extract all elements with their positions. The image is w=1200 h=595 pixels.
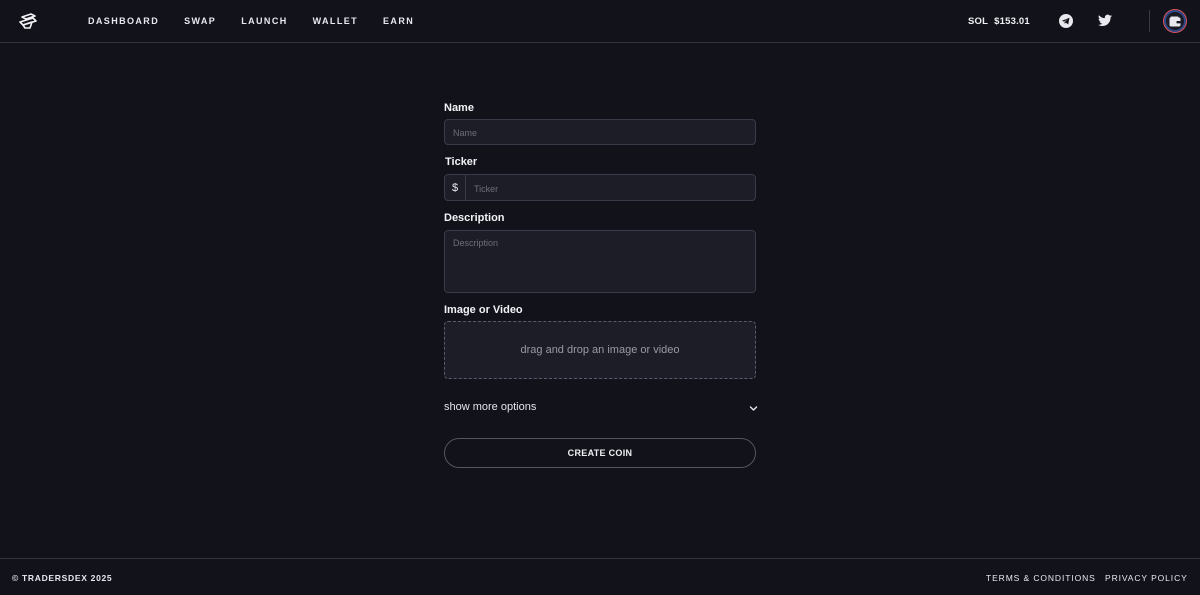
privacy-link[interactable]: PRIVACY POLICY bbox=[1105, 573, 1188, 583]
description-label: Description bbox=[444, 212, 505, 224]
top-bar: DASHBOARD SWAP LAUNCH WALLET EARN SOL $15… bbox=[0, 0, 1200, 43]
create-coin-button[interactable]: CREATE COIN bbox=[444, 438, 756, 468]
telegram-icon[interactable] bbox=[1059, 14, 1073, 28]
logo-icon[interactable] bbox=[19, 12, 37, 30]
copyright-text: © TRADERSDEX 2025 bbox=[12, 573, 113, 583]
chevron-down-icon[interactable] bbox=[749, 404, 758, 413]
wallet-icon bbox=[1169, 16, 1181, 26]
ticker-input[interactable] bbox=[474, 182, 744, 195]
name-label: Name bbox=[444, 102, 474, 114]
terms-link[interactable]: TERMS & CONDITIONS bbox=[986, 573, 1096, 583]
footer: © TRADERSDEX 2025 TERMS & CONDITIONS PRI… bbox=[0, 558, 1200, 595]
main-nav: DASHBOARD SWAP LAUNCH WALLET EARN bbox=[88, 0, 439, 42]
name-input[interactable] bbox=[453, 126, 743, 139]
description-field-wrapper bbox=[444, 230, 756, 293]
nav-earn[interactable]: EARN bbox=[383, 16, 414, 26]
show-more-options-toggle[interactable]: show more options bbox=[444, 401, 536, 413]
twitter-icon[interactable] bbox=[1098, 14, 1112, 27]
dropzone-text: drag and drop an image or video bbox=[520, 344, 680, 356]
ticker-label: Ticker bbox=[445, 156, 478, 168]
ticker-field-wrapper: $ bbox=[444, 174, 756, 201]
ticker-dollar-prefix: $ bbox=[445, 175, 466, 200]
wallet-button[interactable] bbox=[1163, 9, 1187, 33]
description-textarea[interactable] bbox=[453, 238, 749, 286]
media-dropzone[interactable]: drag and drop an image or video bbox=[444, 321, 756, 379]
header-divider bbox=[1149, 10, 1150, 32]
sol-price: $153.01 bbox=[994, 16, 1030, 27]
name-field-wrapper bbox=[444, 119, 756, 145]
nav-dashboard[interactable]: DASHBOARD bbox=[88, 16, 159, 26]
media-label: Image or Video bbox=[444, 304, 523, 316]
nav-swap[interactable]: SWAP bbox=[184, 16, 216, 26]
nav-launch[interactable]: LAUNCH bbox=[241, 16, 287, 26]
sol-label: SOL bbox=[968, 16, 989, 27]
nav-wallet[interactable]: WALLET bbox=[313, 16, 358, 26]
sol-price-display: SOL $153.01 bbox=[968, 16, 1030, 27]
